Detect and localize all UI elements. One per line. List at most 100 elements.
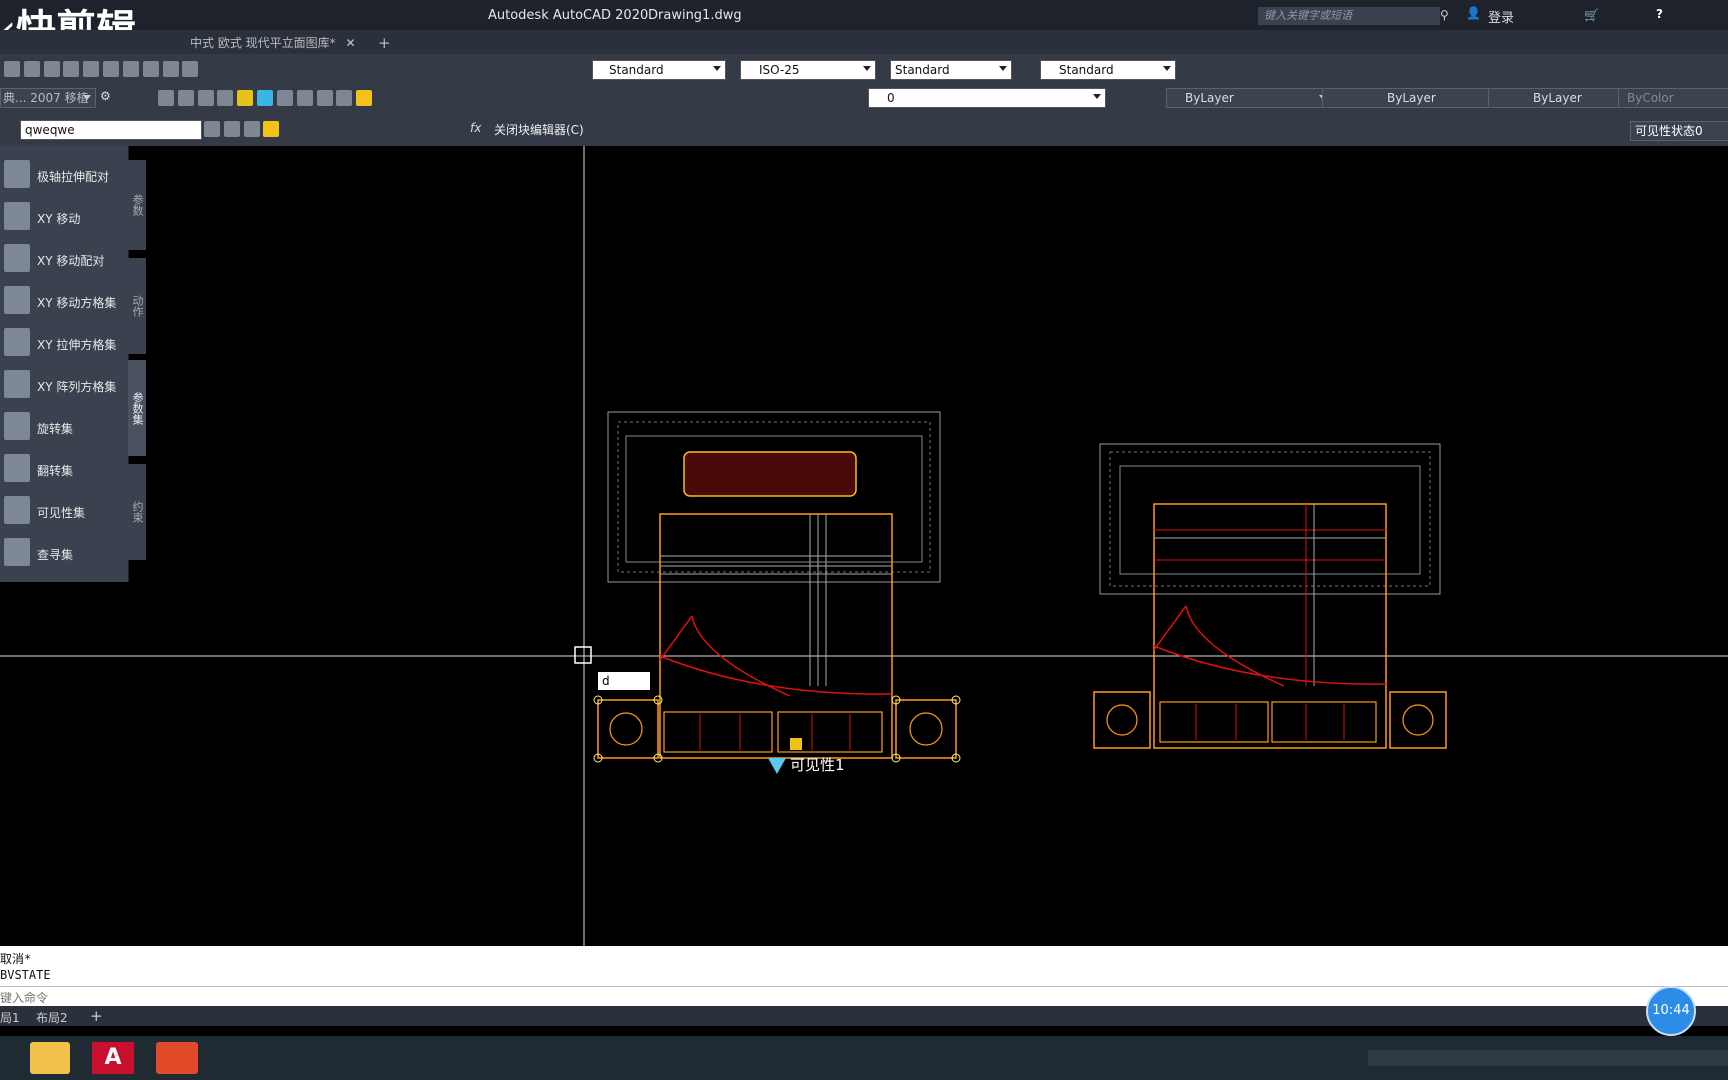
save-icon[interactable] xyxy=(4,61,20,77)
palette-item-visibility-set[interactable]: 可见性集 xyxy=(0,492,124,532)
save-icon[interactable] xyxy=(177,90,194,106)
copy-icon[interactable] xyxy=(43,61,60,77)
palette-item-label: 极轴拉伸配对 xyxy=(37,170,110,184)
toolbar-icons-mid xyxy=(158,90,778,106)
bed-frame-right xyxy=(1153,503,1387,749)
dim-style-select[interactable]: ISO-25 xyxy=(740,60,876,80)
test-block-icon[interactable] xyxy=(223,121,240,137)
layer-select[interactable]: 0 xyxy=(868,88,1106,108)
linetype-value: ByLayer xyxy=(1387,91,1436,105)
redo-icon[interactable] xyxy=(296,90,313,106)
tab-layout1[interactable]: 局1 xyxy=(0,1009,20,1026)
palette-item-flip-set[interactable]: 翻转集 xyxy=(0,450,124,490)
palette-item-label: XY 移动方格集 xyxy=(37,296,117,310)
warning-icon xyxy=(790,738,802,750)
pan-icon[interactable] xyxy=(316,90,333,106)
palette-item-label: XY 阵列方格集 xyxy=(37,380,117,394)
palette-tab-constraints[interactable]: 约束 xyxy=(128,464,146,560)
cart-icon[interactable]: 🛒 xyxy=(1584,8,1599,22)
visibility-parameter-label: 可见性1 xyxy=(790,756,845,774)
palette-item-xy-move[interactable]: XY 移动 xyxy=(0,198,124,238)
undo-icon[interactable] xyxy=(83,61,100,77)
zoom-icon[interactable] xyxy=(142,61,159,77)
lineweight-value: ByLayer xyxy=(1533,91,1582,105)
palette-item-rotation-set[interactable]: 旋转集 xyxy=(0,408,124,448)
text-icon[interactable] xyxy=(237,90,254,106)
video-editor-icon[interactable] xyxy=(156,1042,198,1074)
text-style-select[interactable]: Standard xyxy=(592,60,726,80)
palette-item-polar-stretch-pair[interactable]: 极轴拉伸配对 xyxy=(0,156,124,196)
command-history: 取消* BVSTATE xyxy=(0,946,1728,986)
text-style-value: Standard xyxy=(609,63,664,77)
chevron-down-icon xyxy=(83,95,91,100)
nightstand-left-2 xyxy=(895,699,957,759)
palette-item-xy-move-pair[interactable]: XY 移动配对 xyxy=(0,240,124,280)
print-icon[interactable] xyxy=(23,61,40,77)
rug-fringe-left xyxy=(617,421,931,573)
tab-library[interactable]: 中式 欧式 现代平立面图库* ✕ xyxy=(190,33,360,53)
multileader-style-select[interactable]: Standard xyxy=(1040,60,1176,80)
xy-array-box-icon xyxy=(4,370,30,398)
title-bar: Autodesk AutoCAD 2020 Drawing1.dwg 键入关键字… xyxy=(0,0,1728,30)
table-style-select[interactable]: Standard xyxy=(890,60,1012,80)
block-editor-toolbar: qweqwe fx 关闭块编辑器(C) 可见性状态0 xyxy=(0,112,1728,147)
print-icon[interactable] xyxy=(197,90,214,106)
close-block-editor-button[interactable]: 关闭块编辑器(C) xyxy=(494,121,584,138)
command-input[interactable]: 键入命令 xyxy=(0,986,1728,1007)
zoom-icon[interactable] xyxy=(336,90,353,106)
system-tray xyxy=(1368,1050,1728,1066)
lightbulb-icon[interactable] xyxy=(356,90,373,106)
add-layout-button[interactable]: + xyxy=(90,1007,103,1025)
tab-layout2[interactable]: 布局2 xyxy=(36,1009,68,1026)
gear-icon[interactable]: ⚙ xyxy=(100,89,111,103)
drawing-canvas[interactable]: d 可见性1 xyxy=(0,146,1728,946)
new-tab-button[interactable]: + xyxy=(378,33,391,53)
layer-icon[interactable] xyxy=(217,90,234,106)
attribute-icon[interactable] xyxy=(243,121,260,137)
palette-item-label: 查寻集 xyxy=(37,548,74,562)
app-title: Autodesk AutoCAD 2020 xyxy=(488,8,649,23)
block-name-field[interactable]: qweqwe xyxy=(20,120,202,140)
help-icon[interactable] xyxy=(182,61,199,77)
palette-tab-parameter-sets[interactable]: 参数集 xyxy=(128,360,146,456)
block-name-value: qweqwe xyxy=(25,123,75,137)
dim-style-value: ISO-25 xyxy=(759,63,800,77)
open-icon[interactable] xyxy=(158,90,174,106)
palette-item-label: 翻转集 xyxy=(37,464,74,478)
xy-move-pair-icon xyxy=(4,244,30,272)
dynamic-input-value: d xyxy=(602,674,610,688)
help-search-input[interactable]: 键入关键字或短语 xyxy=(1258,7,1440,25)
palette-item-xy-move-box-set[interactable]: XY 移动方格集 xyxy=(0,282,124,322)
visibility-state-select[interactable]: 可见性状态0 xyxy=(1630,121,1728,141)
drawing-svg xyxy=(0,146,1728,946)
redo-icon[interactable] xyxy=(103,61,120,77)
palette-tab-actions[interactable]: 动作 xyxy=(128,258,146,354)
close-icon[interactable]: ✕ xyxy=(345,36,355,50)
palette-item-xy-stretch-box-set[interactable]: XY 拉伸方格集 xyxy=(0,324,124,364)
pan-icon[interactable] xyxy=(122,61,139,77)
autocad-icon[interactable]: A xyxy=(92,1042,134,1074)
palette-item-xy-array-box-set[interactable]: XY 阵列方格集 xyxy=(0,366,124,406)
properties-icon[interactable] xyxy=(162,61,179,77)
chevron-down-icon xyxy=(1093,94,1101,99)
fx-icon[interactable]: fx xyxy=(470,121,481,135)
palette-tab-parameters[interactable]: 参数 xyxy=(128,160,146,250)
palette-item-lookup-set[interactable]: 查寻集 xyxy=(0,534,124,574)
undo-icon[interactable] xyxy=(276,90,293,106)
login-button[interactable]: 登录 xyxy=(1488,7,1514,26)
paste-icon[interactable] xyxy=(63,61,80,77)
help-icon[interactable]: ? xyxy=(1656,7,1663,21)
dynamic-input-field[interactable]: d xyxy=(598,672,650,690)
lightning-icon[interactable] xyxy=(263,121,280,137)
file-explorer-icon[interactable] xyxy=(30,1042,70,1074)
hatch-icon[interactable] xyxy=(257,90,274,106)
binoculars-icon[interactable]: ⚲ xyxy=(1440,8,1449,22)
save-block-icon[interactable] xyxy=(204,121,220,137)
lookup-icon xyxy=(4,538,30,566)
plotstyle-select[interactable]: ByColor xyxy=(1618,88,1728,108)
polar-stretch-icon xyxy=(4,160,30,188)
color-select[interactable]: ByLayer xyxy=(1166,88,1332,108)
bed-left xyxy=(593,411,961,774)
workspace-select[interactable]: 典... 2007 移植 xyxy=(0,88,96,108)
palette-item-label: XY 拉伸方格集 xyxy=(37,338,117,352)
